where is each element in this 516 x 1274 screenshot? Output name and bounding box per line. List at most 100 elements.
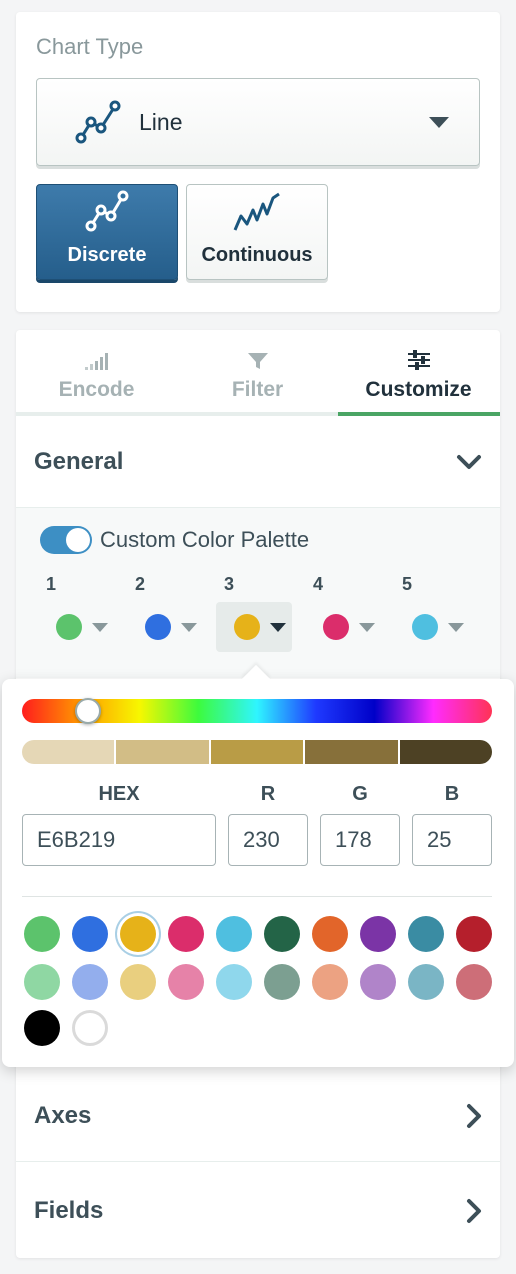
color-picker-popover: HEX R G B	[2, 664, 514, 1067]
color-swatch	[412, 614, 438, 640]
preset-color-swatch[interactable]	[360, 964, 396, 1000]
continuous-label: Continuous	[201, 244, 313, 266]
shade-swatch[interactable]	[210, 740, 306, 764]
palette-slot-number: 3	[224, 574, 235, 594]
preset-color-swatch[interactable]	[24, 916, 60, 952]
palette-slot-number: 1	[46, 574, 57, 594]
palette-slot-4: 4	[303, 570, 383, 650]
preset-color-swatch[interactable]	[456, 964, 492, 1000]
chevron-down-icon	[429, 117, 449, 128]
chart-type-label: Chart Type	[36, 34, 144, 59]
custom-palette-toggle-row: Custom Color Palette	[40, 526, 309, 554]
tab-encode-label: Encode	[58, 378, 135, 401]
shade-swatch[interactable]	[399, 740, 492, 764]
caret-down-icon	[359, 622, 375, 632]
palette-slot-2: 2	[125, 570, 205, 650]
color-swatch	[323, 614, 349, 640]
preset-color-swatch[interactable]	[24, 1010, 60, 1046]
color-swatch	[56, 614, 82, 640]
preset-color-swatch[interactable]	[408, 916, 444, 952]
palette-color-button[interactable]	[216, 602, 292, 652]
filter-funnel-icon	[247, 353, 268, 369]
hue-slider-handle[interactable]	[74, 698, 101, 724]
preset-color-swatch[interactable]	[216, 916, 252, 952]
discrete-label: Discrete	[67, 244, 147, 266]
palette-slot-number: 2	[135, 574, 146, 594]
palette-color-button[interactable]	[305, 602, 381, 652]
red-input[interactable]	[228, 814, 308, 866]
tab-encode[interactable]: Encode	[16, 330, 177, 416]
palette-slot-3: 3	[214, 570, 294, 652]
chart-type-panel: Chart Type Line Discrete Continuous	[16, 12, 500, 312]
palette-slot-number: 5	[402, 574, 413, 594]
line-chart-icon	[75, 100, 121, 144]
toggle-knob	[66, 528, 90, 552]
palette-slot-1: 1	[36, 570, 116, 650]
preset-color-swatch[interactable]	[72, 916, 108, 952]
palette-color-button[interactable]	[38, 602, 114, 652]
fields-title: Fields	[34, 1197, 104, 1224]
fields-section-header[interactable]: Fields	[16, 1165, 500, 1257]
caret-down-icon	[448, 622, 464, 632]
chart-type-value: Line	[139, 108, 183, 135]
color-swatch	[145, 614, 171, 640]
preset-color-swatch[interactable]	[456, 916, 492, 952]
discrete-button[interactable]: Discrete	[36, 184, 178, 280]
palette-color-button[interactable]	[127, 602, 203, 652]
custom-palette-label: Custom Color Palette	[100, 527, 310, 552]
blue-input[interactable]	[412, 814, 492, 866]
g-label: G	[352, 783, 368, 805]
preset-color-swatch[interactable]	[216, 964, 252, 1000]
shade-swatch[interactable]	[305, 740, 400, 764]
hex-label: HEX	[98, 783, 140, 805]
divider	[22, 896, 492, 897]
preset-color-swatch[interactable]	[264, 964, 300, 1000]
preset-color-swatch[interactable]	[264, 916, 300, 952]
axes-section-header[interactable]: Axes	[16, 1070, 500, 1162]
preset-color-swatch[interactable]	[312, 916, 348, 952]
sliders-icon	[407, 350, 430, 370]
green-input[interactable]	[320, 814, 400, 866]
chevron-right-icon	[467, 1103, 481, 1128]
general-section-header[interactable]: General	[16, 416, 500, 508]
palette-slot-number: 4	[313, 574, 324, 594]
b-label: B	[444, 783, 460, 805]
preset-color-swatch[interactable]	[72, 964, 108, 1000]
preset-color-swatch[interactable]	[312, 964, 348, 1000]
palette-slot-5: 5	[392, 570, 472, 650]
chart-type-dropdown[interactable]: Line	[36, 78, 480, 166]
discrete-line-icon	[85, 190, 129, 232]
panel-tabs: Encode Filter Customize	[16, 330, 500, 416]
tab-customize-label: Customize	[365, 378, 472, 401]
preset-color-swatch[interactable]	[120, 916, 156, 952]
shade-swatch[interactable]	[116, 740, 211, 764]
hex-input[interactable]	[22, 814, 216, 866]
tab-customize[interactable]: Customize	[338, 330, 499, 416]
preset-color-swatch[interactable]	[120, 964, 156, 1000]
palette-color-button[interactable]	[394, 602, 470, 652]
preset-color-swatch[interactable]	[360, 916, 396, 952]
shade-strip	[22, 740, 492, 764]
continuous-button[interactable]: Continuous	[186, 184, 328, 280]
custom-palette-toggle[interactable]	[40, 526, 92, 554]
tab-filter[interactable]: Filter	[177, 330, 338, 416]
preset-color-swatch[interactable]	[168, 916, 204, 952]
chevron-down-icon	[457, 454, 481, 469]
preset-color-swatch[interactable]	[168, 964, 204, 1000]
general-title: General	[34, 447, 124, 475]
shade-swatch[interactable]	[22, 740, 117, 764]
tab-filter-label: Filter	[231, 378, 284, 401]
caret-down-icon	[92, 622, 108, 632]
preset-color-swatch[interactable]	[24, 964, 60, 1000]
preset-color-swatch[interactable]	[408, 964, 444, 1000]
preset-color-swatch[interactable]	[72, 1010, 108, 1046]
r-label: R	[260, 783, 276, 805]
bar-signal-icon	[84, 353, 108, 370]
continuous-line-icon	[233, 192, 280, 231]
color-swatch	[234, 614, 260, 640]
caret-down-icon	[270, 622, 286, 632]
chevron-right-icon	[467, 1199, 481, 1223]
caret-down-icon	[181, 622, 197, 632]
axes-title: Axes	[34, 1101, 92, 1129]
general-section-body: Custom Color Palette 1 2 3 4 5	[16, 508, 500, 678]
